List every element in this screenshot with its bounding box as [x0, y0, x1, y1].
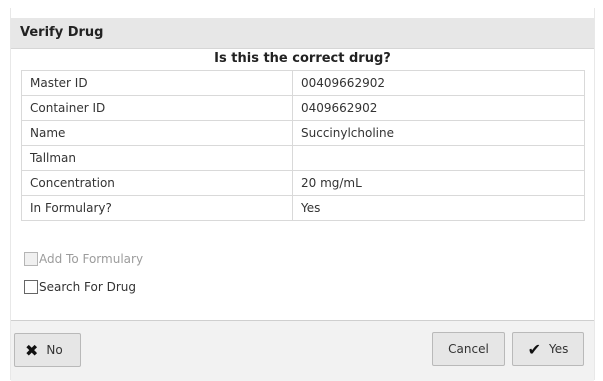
- table-row: In Formulary? Yes: [21, 195, 585, 221]
- table-row: Tallman: [21, 145, 585, 171]
- row-label: Master ID: [21, 70, 293, 96]
- table-row: Master ID 00409662902: [21, 70, 585, 96]
- add-to-formulary-option: Add To Formulary: [24, 252, 143, 266]
- add-to-formulary-checkbox[interactable]: [24, 252, 38, 266]
- row-value: Succinylcholine: [292, 120, 585, 146]
- row-value: 0409662902: [292, 95, 585, 121]
- cancel-button[interactable]: Cancel: [432, 332, 505, 366]
- search-for-drug-checkbox[interactable]: [24, 280, 38, 294]
- row-label: Name: [21, 120, 293, 146]
- no-button[interactable]: ✖ No: [14, 333, 81, 367]
- drug-info-table: Master ID 00409662902 Container ID 04096…: [21, 70, 585, 221]
- search-for-drug-label[interactable]: Search For Drug: [39, 280, 136, 294]
- table-row: Name Succinylcholine: [21, 120, 585, 146]
- row-value: 00409662902: [292, 70, 585, 96]
- no-button-label: No: [46, 343, 63, 357]
- row-value: 20 mg/mL: [292, 170, 585, 196]
- dialog-titlebar: Verify Drug: [11, 18, 594, 49]
- table-row: Concentration 20 mg/mL: [21, 170, 585, 196]
- verify-drug-dialog: Verify Drug Is this the correct drug? Ma…: [10, 8, 595, 381]
- add-to-formulary-label: Add To Formulary: [39, 252, 144, 266]
- yes-button-label: Yes: [549, 342, 569, 356]
- dialog-title: Verify Drug: [20, 25, 104, 40]
- search-for-drug-option[interactable]: Search For Drug: [24, 280, 136, 294]
- row-value: [292, 145, 585, 171]
- row-label: Concentration: [21, 170, 293, 196]
- row-label: Container ID: [21, 95, 293, 121]
- row-label: Tallman: [21, 145, 293, 171]
- close-icon: ✖: [25, 340, 39, 360]
- cancel-button-label: Cancel: [448, 342, 489, 356]
- row-label: In Formulary?: [21, 195, 293, 221]
- check-icon: ✔: [527, 339, 542, 359]
- table-row: Container ID 0409662902: [21, 95, 585, 121]
- row-value: Yes: [292, 195, 585, 221]
- dialog-footer: ✖ No Cancel ✔ Yes: [11, 321, 594, 381]
- confirmation-question: Is this the correct drug?: [214, 51, 391, 66]
- yes-button[interactable]: ✔ Yes: [512, 332, 584, 366]
